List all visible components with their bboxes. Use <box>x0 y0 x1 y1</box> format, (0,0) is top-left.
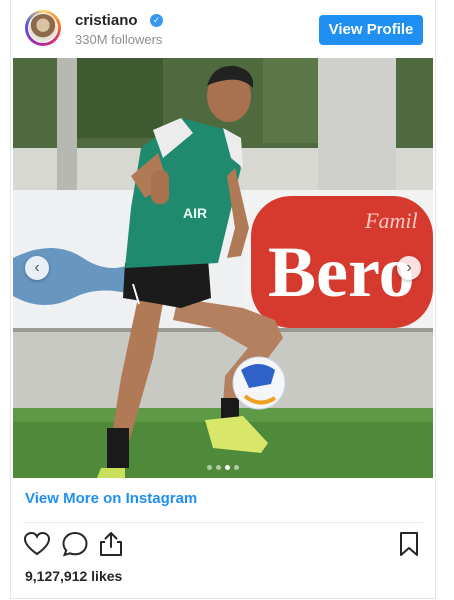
view-profile-button[interactable]: View Profile <box>319 15 423 45</box>
avatar-image <box>28 13 58 43</box>
share-icon[interactable] <box>97 530 125 558</box>
post-image: Bero Famil AIR <box>13 58 433 478</box>
divider <box>23 522 423 523</box>
post-header: cristiano ✓ 330M followers View Profile <box>11 0 435 56</box>
carousel-dot <box>234 465 239 470</box>
comment-icon[interactable] <box>61 530 89 558</box>
post-photo[interactable]: Bero Famil AIR ‹ › <box>13 58 433 478</box>
view-more-on-instagram-link[interactable]: View More on Instagram <box>25 490 197 507</box>
carousel-indicator <box>13 457 433 475</box>
carousel-dot <box>216 465 221 470</box>
follower-count: 330M followers <box>75 32 163 47</box>
instagram-embed-card: cristiano ✓ 330M followers View Profile … <box>10 0 436 599</box>
avatar[interactable] <box>25 10 61 46</box>
heart-icon[interactable] <box>23 530 51 558</box>
bookmark-icon[interactable] <box>395 530 423 558</box>
carousel-dot <box>225 465 230 470</box>
like-count: 9,127,912 likes <box>25 568 123 584</box>
svg-text:Bero: Bero <box>268 232 415 312</box>
svg-text:AIR: AIR <box>183 205 207 221</box>
svg-text:Famil: Famil <box>364 208 418 233</box>
carousel-dot <box>207 465 212 470</box>
chevron-left-icon[interactable]: ‹ <box>25 256 49 280</box>
verified-badge-icon: ✓ <box>150 14 163 27</box>
chevron-right-icon[interactable]: › <box>397 256 421 280</box>
username[interactable]: cristiano <box>75 12 138 29</box>
